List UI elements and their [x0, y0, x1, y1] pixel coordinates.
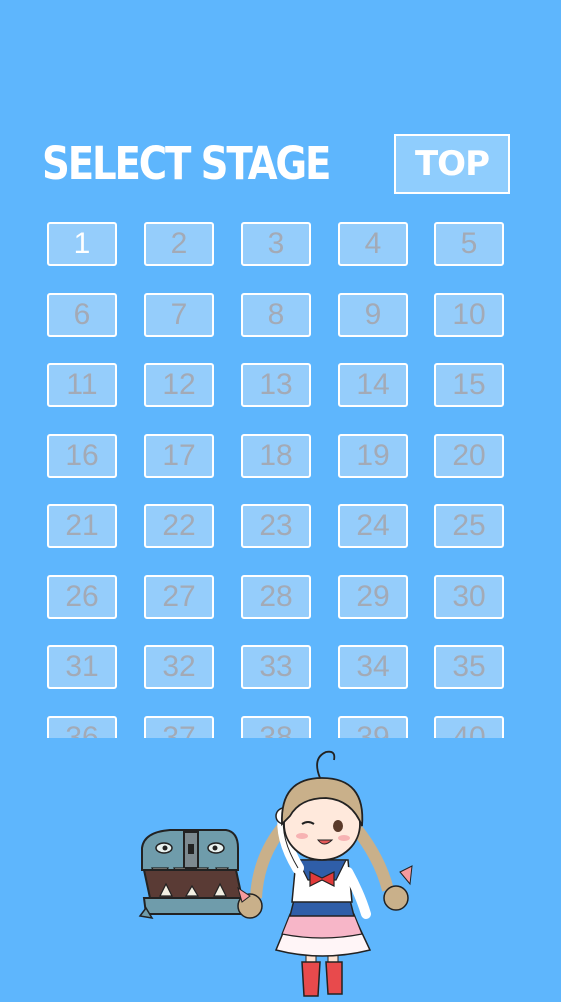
stage-button-5[interactable]: 5 [434, 222, 504, 266]
stage-button-20[interactable]: 20 [434, 433, 504, 478]
stage-button-25[interactable]: 25 [434, 504, 504, 548]
stage-button-34[interactable]: 34 [338, 645, 408, 689]
stage-button-36[interactable]: 36 [47, 715, 117, 738]
page-title: SELECT STAGE [42, 137, 331, 190]
stage-button-8[interactable]: 8 [241, 292, 311, 337]
stage-button-16[interactable]: 16 [47, 433, 117, 478]
stage-button-32[interactable]: 32 [144, 645, 214, 689]
stage-button-15[interactable]: 15 [434, 363, 504, 407]
stage-button-24[interactable]: 24 [338, 504, 408, 548]
stage-button-1[interactable]: 1 [47, 222, 117, 266]
stage-button-33[interactable]: 33 [241, 645, 311, 689]
stage-button-21[interactable]: 21 [47, 504, 117, 548]
stage-button-19[interactable]: 19 [338, 433, 408, 478]
stage-button-40[interactable]: 40 [434, 715, 504, 738]
stage-button-37[interactable]: 37 [144, 715, 214, 738]
character-illustration [130, 748, 440, 998]
stage-button-4[interactable]: 4 [338, 222, 408, 266]
stage-button-29[interactable]: 29 [338, 574, 408, 619]
mimic-chest-icon [138, 829, 246, 920]
stage-button-31[interactable]: 31 [47, 645, 117, 689]
stage-button-26[interactable]: 26 [47, 574, 117, 619]
stage-button-35[interactable]: 35 [434, 645, 504, 689]
stage-button-14[interactable]: 14 [338, 363, 408, 407]
stage-button-7[interactable]: 7 [144, 292, 214, 337]
stage-button-6[interactable]: 6 [47, 292, 117, 337]
magical-girl-icon [237, 750, 413, 997]
stage-button-27[interactable]: 27 [144, 574, 214, 619]
stage-grid: 1 2 3 4 5 6 7 8 9 10 11 12 13 14 15 16 17 18 19 20 21 22 23 24 2… [0, 218, 561, 738]
stage-button-10[interactable]: 10 [434, 292, 504, 337]
stage-button-22[interactable]: 22 [144, 504, 214, 548]
stage-button-30[interactable]: 30 [434, 574, 504, 619]
stage-button-13[interactable]: 13 [241, 363, 311, 407]
stage-button-12[interactable]: 12 [144, 363, 214, 407]
stage-button-9[interactable]: 9 [338, 292, 408, 337]
stage-button-2[interactable]: 2 [144, 222, 214, 266]
stage-button-23[interactable]: 23 [241, 504, 311, 548]
stage-button-11[interactable]: 11 [47, 363, 117, 407]
stage-button-17[interactable]: 17 [144, 433, 214, 478]
stage-button-28[interactable]: 28 [241, 574, 311, 619]
top-button[interactable]: TOP [394, 134, 510, 194]
stage-button-38[interactable]: 38 [241, 715, 311, 738]
stage-button-18[interactable]: 18 [241, 433, 311, 478]
illustration-svg [138, 750, 413, 997]
stage-button-39[interactable]: 39 [338, 715, 408, 738]
stage-button-3[interactable]: 3 [241, 222, 311, 266]
